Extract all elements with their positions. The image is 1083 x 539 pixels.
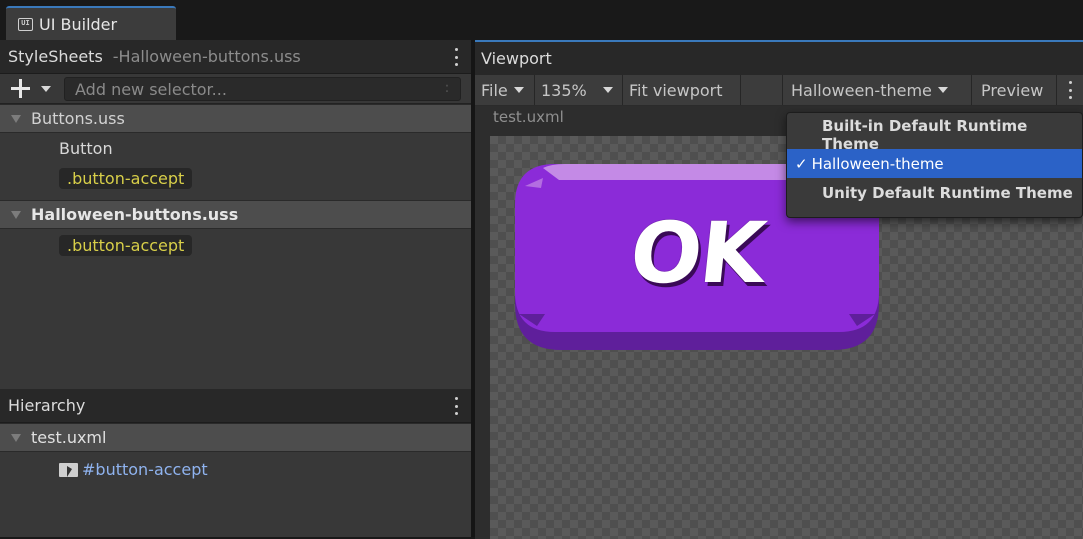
chevron-down-icon bbox=[513, 87, 524, 93]
ui-builder-tab-title: UI Builder bbox=[39, 14, 118, 34]
viewport-title: Viewport bbox=[481, 49, 552, 68]
viewport-toolbar: File 135% Fit viewport Halloween-theme P… bbox=[475, 75, 1083, 105]
menu-item-built-in-default-runtime-theme[interactable]: Built-in Default Runtime Theme bbox=[787, 117, 1082, 153]
selector-row[interactable]: .button-accept bbox=[0, 164, 471, 193]
hierarchy-element-label: #button-accept bbox=[82, 460, 208, 479]
hierarchy-options-kebab-icon[interactable] bbox=[451, 397, 461, 415]
add-stylesheet-dropdown-caret-icon[interactable] bbox=[41, 86, 51, 92]
menu-item-label: Halloween-theme bbox=[811, 154, 944, 173]
fit-viewport-label: Fit viewport bbox=[629, 80, 723, 100]
selector-class-pill: .button-accept bbox=[59, 168, 193, 189]
window-tab-bar: UI UI Builder bbox=[0, 0, 1083, 40]
chevron-down-icon bbox=[602, 87, 613, 93]
selector-class-pill: .button-accept bbox=[59, 235, 193, 256]
file-menu-label: File bbox=[481, 80, 508, 100]
stylesheets-title: StyleSheets bbox=[8, 47, 103, 66]
stylesheet-file-row-active[interactable]: Halloween-buttons.uss bbox=[0, 200, 471, 229]
menu-item-halloween-theme[interactable]: ✓ Halloween-theme bbox=[787, 149, 1082, 178]
stylesheets-panel-header: StyleSheets -Halloween-buttons.uss bbox=[0, 40, 471, 74]
pseudo-class-colon[interactable]: : bbox=[437, 80, 457, 98]
ui-builder-icon: UI bbox=[18, 17, 33, 31]
add-stylesheet-plus-icon[interactable] bbox=[11, 79, 33, 99]
ui-builder-tab[interactable]: UI UI Builder bbox=[6, 6, 176, 40]
hierarchy-root-label: test.uxml bbox=[31, 428, 107, 447]
selector-type-label: Button bbox=[59, 139, 113, 158]
menu-item-label: Unity Default Runtime Theme bbox=[822, 183, 1073, 202]
expand-triangle-icon[interactable] bbox=[11, 114, 21, 123]
stylesheet-file-label: Halloween-buttons.uss bbox=[31, 205, 239, 224]
expand-triangle-icon[interactable] bbox=[11, 210, 21, 219]
hierarchy-panel-header: Hierarchy bbox=[0, 389, 471, 423]
document-label: test.uxml bbox=[493, 108, 564, 126]
active-stylesheet-name: -Halloween-buttons.uss bbox=[112, 47, 301, 66]
selector-toolbar: : bbox=[0, 74, 471, 104]
selector-row[interactable]: Button bbox=[0, 134, 471, 163]
viewport-panel-header: Viewport bbox=[475, 42, 1083, 75]
theme-dropdown-menu: Built-in Default Runtime Theme ✓ Hallowe… bbox=[786, 112, 1083, 218]
menu-item-unity-default-runtime-theme[interactable]: Unity Default Runtime Theme bbox=[787, 178, 1082, 207]
hierarchy-title: Hierarchy bbox=[8, 396, 86, 415]
zoom-dropdown[interactable]: 135% bbox=[535, 75, 623, 105]
selector-row[interactable]: .button-accept bbox=[0, 231, 471, 260]
fit-viewport-button[interactable]: Fit viewport bbox=[623, 75, 741, 105]
hierarchy-root-row[interactable]: test.uxml bbox=[0, 423, 471, 452]
preview-label: Preview bbox=[981, 80, 1044, 100]
kebab-menu-icon bbox=[1065, 81, 1075, 99]
toolbar-spacer bbox=[741, 75, 783, 105]
hierarchy-element-row[interactable]: #button-accept bbox=[0, 455, 471, 484]
chevron-down-icon bbox=[937, 87, 948, 93]
zoom-level-label: 135% bbox=[541, 80, 587, 100]
menu-item-label: Built-in Default Runtime Theme bbox=[822, 116, 1028, 153]
checkmark-icon: ✓ bbox=[795, 154, 808, 173]
stylesheet-file-label: Buttons.uss bbox=[31, 109, 125, 128]
left-column: StyleSheets -Halloween-buttons.uss : But… bbox=[0, 40, 471, 537]
add-selector-input[interactable] bbox=[64, 77, 461, 101]
stylesheet-file-row[interactable]: Buttons.uss bbox=[0, 104, 471, 133]
expand-triangle-icon[interactable] bbox=[11, 433, 21, 442]
theme-dropdown-label: Halloween-theme bbox=[791, 80, 932, 100]
ok-button-label: OK bbox=[625, 204, 769, 302]
file-menu-button[interactable]: File bbox=[475, 75, 535, 105]
viewport-options-button[interactable] bbox=[1057, 75, 1083, 105]
button-element-icon bbox=[59, 462, 78, 477]
theme-dropdown[interactable]: Halloween-theme bbox=[783, 75, 972, 105]
stylesheets-options-kebab-icon[interactable] bbox=[451, 48, 461, 66]
preview-toggle[interactable]: Preview bbox=[972, 75, 1057, 105]
